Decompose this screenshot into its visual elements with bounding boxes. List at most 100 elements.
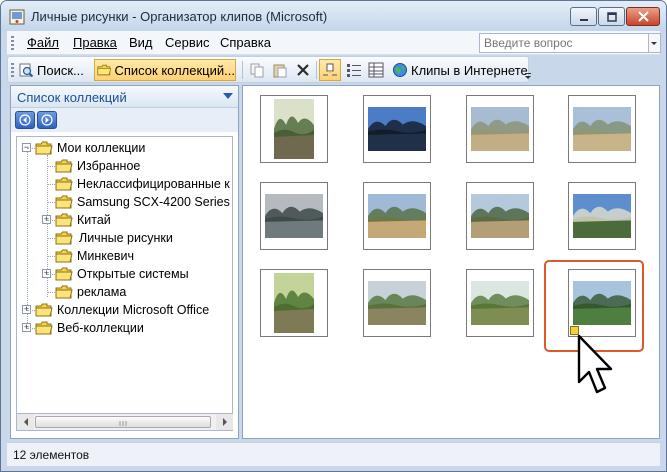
toolbar-grip[interactable] xyxy=(11,63,14,78)
folder-icon xyxy=(55,285,73,299)
maximize-icon xyxy=(606,11,617,22)
clip-thumbnail-dune-trees[interactable] xyxy=(466,182,534,250)
photo-image xyxy=(368,281,426,325)
tree-item[interactable]: Китай xyxy=(55,211,111,229)
scroll-left-button[interactable] xyxy=(17,414,34,430)
status-item-count: 12 элементов xyxy=(13,448,90,462)
collection-list-button[interactable]: Список коллекций... xyxy=(94,59,236,81)
help-question-input[interactable] xyxy=(479,33,649,53)
tree-item-label: Коллекции Microsoft Office xyxy=(57,303,210,317)
tree-item[interactable]: Избранное xyxy=(55,157,140,175)
horizontal-scrollbar[interactable] xyxy=(16,414,233,431)
tree-guide-line xyxy=(47,166,55,167)
menu-view-label: Вид xyxy=(129,35,153,50)
tree-item[interactable]: реклама xyxy=(55,283,126,301)
tree-item-label: реклама xyxy=(77,285,127,299)
forward-button[interactable] xyxy=(37,111,57,129)
clip-thumbnail-birch-grove[interactable] xyxy=(466,269,534,337)
search-button[interactable]: Поиск... xyxy=(18,59,84,81)
menu-tools-label: Сервис xyxy=(165,35,210,50)
grip-icon xyxy=(119,421,127,426)
toolbar-overflow-button[interactable] xyxy=(523,61,533,83)
tree-item[interactable]: Коллекции Microsoft Office xyxy=(35,301,209,319)
standard-toolbar: Поиск... Список коллекций... Клипы в Инт… xyxy=(7,56,529,83)
collection-pane-header[interactable]: Список коллекций xyxy=(11,86,238,108)
maximize-button[interactable] xyxy=(598,7,625,26)
paste-button[interactable] xyxy=(270,59,290,81)
pane-navigation-bar xyxy=(11,108,238,132)
tree-item[interactable]: Samsung SCX-4200 Series xyxy=(55,193,230,211)
folder-icon xyxy=(55,267,73,281)
tree-guide-line xyxy=(47,274,55,275)
folder-icon xyxy=(55,195,73,209)
clip-thumbnail-forest-path[interactable] xyxy=(260,95,328,163)
list-view-button[interactable] xyxy=(344,59,364,81)
clip-thumbnail-dune-pine[interactable] xyxy=(363,182,431,250)
mouse-pointer-icon xyxy=(577,334,613,394)
details-view-button[interactable] xyxy=(366,59,386,81)
thumbnails-view-button[interactable] xyxy=(319,59,341,81)
menu-view[interactable]: Вид xyxy=(129,35,153,50)
tree-item[interactable]: Минкевич xyxy=(55,247,134,265)
menu-bar: Файл Правка Вид Сервис Справка xyxy=(7,31,661,55)
help-question-dropdown[interactable] xyxy=(649,33,661,53)
tree-item[interactable]: Мои коллекции xyxy=(35,139,145,157)
tree-guide-line xyxy=(27,328,35,329)
pane-menu-dropdown-icon[interactable] xyxy=(223,93,233,99)
clip-thumbnail-monastery[interactable] xyxy=(568,182,636,250)
scroll-right-button[interactable] xyxy=(216,414,233,430)
tree-item[interactable]: Личные рисунки xyxy=(55,229,175,247)
tree-guide-line xyxy=(47,292,55,293)
back-button[interactable] xyxy=(15,111,35,129)
tree-item-label: Мои коллекции xyxy=(57,141,146,155)
clip-thumbnail-sandy-beach[interactable] xyxy=(466,95,534,163)
paste-icon xyxy=(273,64,287,78)
toolbar-separator xyxy=(316,61,317,79)
clip-thumbnail-sea-sunset[interactable] xyxy=(260,182,328,250)
photo-image xyxy=(274,99,314,159)
search-icon xyxy=(19,63,34,78)
web-globe-icon xyxy=(393,63,407,77)
tree-guide-line xyxy=(27,148,35,149)
minimize-icon xyxy=(579,18,588,21)
clip-thumbnail-green-alley[interactable] xyxy=(260,269,328,337)
menu-grip[interactable] xyxy=(11,36,14,50)
menu-edit[interactable]: Правка xyxy=(73,35,117,50)
tree-item[interactable]: Веб-коллекции xyxy=(35,319,144,337)
menu-file[interactable]: Файл xyxy=(27,35,59,50)
scrollbar-thumb[interactable] xyxy=(35,416,211,428)
title-bar[interactable]: Личные рисунки - Организатор клипов (Mic… xyxy=(1,1,666,31)
menu-tools[interactable]: Сервис xyxy=(165,35,210,50)
clip-thumbnail-dunes-shore[interactable] xyxy=(568,95,636,163)
clip-thumbnail-park-trail[interactable] xyxy=(363,269,431,337)
web-clips-button[interactable]: Клипы в Интернете xyxy=(390,59,528,81)
minimize-button[interactable] xyxy=(570,7,597,26)
folder-icon xyxy=(97,64,112,76)
tree-item-label: Samsung SCX-4200 Series xyxy=(77,195,230,209)
copy-button[interactable] xyxy=(247,59,267,81)
tree-item-label: Избранное xyxy=(77,159,141,173)
tree-item-label: Китай xyxy=(77,213,111,227)
chevron-right-icon xyxy=(222,418,227,426)
collection-list-label: Список коллекций... xyxy=(114,62,235,78)
tree-guide-line xyxy=(47,220,55,221)
tree-item[interactable]: Открытые системы xyxy=(55,265,189,283)
clip-organizer-app-icon xyxy=(9,9,25,25)
collection-list-pane: Список коллекций Мои коллекции − Избранное… xyxy=(10,85,239,439)
menu-help[interactable]: Справка xyxy=(220,35,271,50)
folder-icon xyxy=(35,321,53,335)
tree-guide-line xyxy=(47,238,55,239)
window-title: Личные рисунки - Организатор клипов (Mic… xyxy=(31,9,328,24)
folder-icon xyxy=(55,231,73,245)
clip-thumbnail-city-skyline[interactable] xyxy=(363,95,431,163)
search-button-label: Поиск... xyxy=(37,62,84,78)
clip-organizer-window: Личные рисунки - Организатор клипов (Mic… xyxy=(0,0,667,472)
photo-image xyxy=(471,281,529,325)
close-button[interactable] xyxy=(626,7,660,26)
tree-item[interactable]: Неклассифицированные к xyxy=(55,175,230,193)
toolbar-separator xyxy=(242,61,243,79)
folder-icon xyxy=(55,177,73,191)
delete-button[interactable] xyxy=(293,59,313,81)
collection-pane-title: Список коллекций xyxy=(17,90,127,105)
tree-guide-line xyxy=(27,310,35,311)
